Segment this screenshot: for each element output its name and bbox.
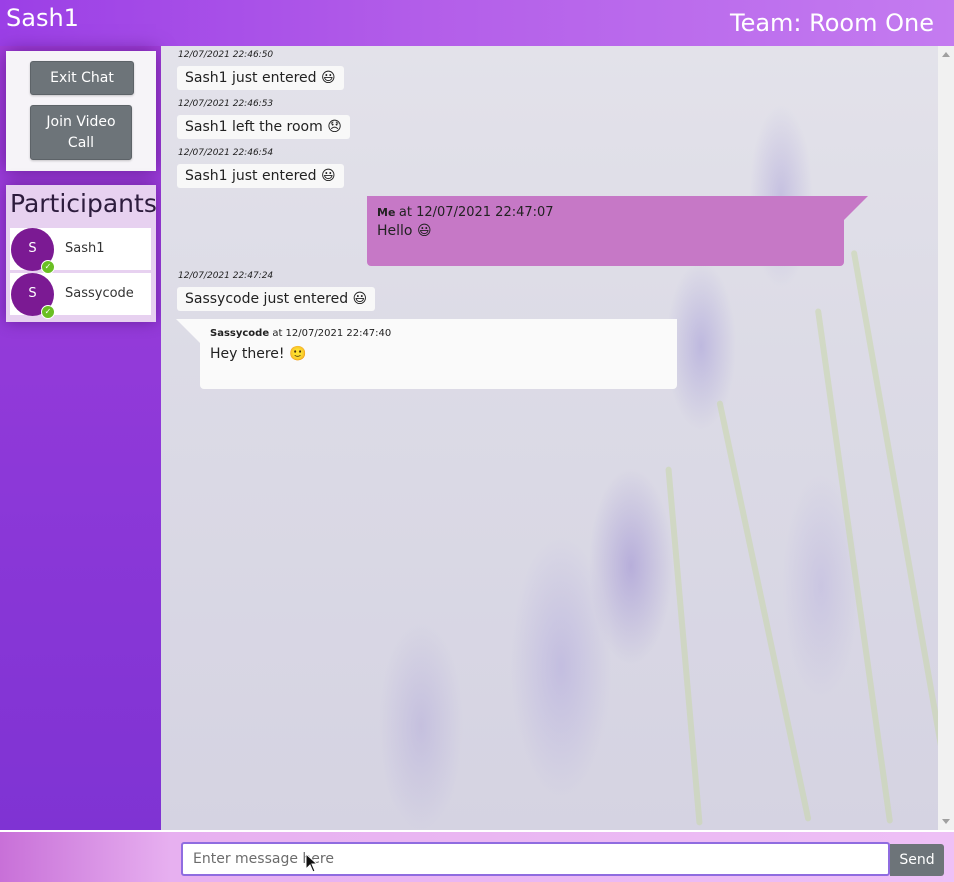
system-message-text: Sash1 just entered	[185, 70, 317, 86]
message-sender: Sassycode	[210, 328, 270, 339]
online-check-icon: ✓	[41, 260, 55, 274]
message-text: Hello	[377, 223, 413, 239]
message-header: Sassycode at 12/07/2021 22:47:40	[210, 328, 391, 339]
join-video-label-line1: Join Video	[46, 114, 116, 130]
message-timestamp: 12/07/2021 22:46:53	[178, 99, 274, 109]
chat-messages[interactable]: 12/07/2021 22:46:50 Sash1 just entered 😃…	[161, 46, 938, 830]
disappointed-emoji-icon: 😞	[327, 119, 342, 135]
controls-card: Exit Chat Join Video Call	[6, 51, 156, 171]
join-video-call-button[interactable]: Join Video Call	[30, 105, 132, 160]
participants-panel: Participants S ✓ Sash1 S ✓ Sassycode	[6, 185, 157, 322]
grinning-emoji-icon: 😃	[320, 168, 336, 184]
participant-item[interactable]: S ✓ Sash1	[10, 228, 151, 274]
bubble-tail	[176, 319, 200, 343]
system-message-text: Sash1 just entered	[185, 168, 317, 184]
message-sender: Me	[377, 206, 396, 219]
background-decoration	[716, 400, 812, 822]
current-user-name: Sash1	[6, 4, 79, 32]
system-message: Sash1 just entered 😃	[177, 66, 344, 90]
system-message-text: Sassycode just entered	[185, 291, 349, 307]
participant-name: Sash1	[65, 241, 105, 256]
grinning-emoji-icon: 😃	[416, 223, 432, 239]
message-timestamp: 12/07/2021 22:46:54	[178, 148, 274, 158]
background-decoration	[665, 466, 703, 826]
background-decoration	[814, 308, 894, 824]
message-timestamp: 12/07/2021 22:47:24	[178, 271, 274, 281]
system-message: Sash1 left the room 😞	[177, 115, 350, 139]
grinning-emoji-icon: 😃	[320, 70, 336, 86]
top-bar: Sash1 Team: Room One	[0, 0, 954, 46]
message-header: Me at 12/07/2021 22:47:07	[377, 205, 554, 220]
my-message-bubble: Me at 12/07/2021 22:47:07 Hello 😃	[367, 196, 844, 266]
send-button[interactable]: Send	[890, 844, 944, 876]
system-message: Sassycode just entered 😃	[177, 287, 376, 311]
participant-item[interactable]: S ✓ Sassycode	[10, 273, 151, 319]
message-input[interactable]	[181, 842, 890, 876]
background-decoration	[850, 249, 938, 823]
mouse-pointer-icon	[305, 853, 319, 873]
message-timestamp: at 12/07/2021 22:47:40	[272, 328, 392, 339]
system-message-text: Sash1 left the room	[185, 119, 323, 135]
message-body: Hello 😃	[377, 223, 432, 239]
incoming-message-bubble: Sassycode at 12/07/2021 22:47:40 Hey the…	[200, 319, 677, 389]
message-timestamp: 12/07/2021 22:46:50	[178, 50, 274, 60]
participant-name: Sassycode	[65, 286, 134, 301]
grinning-emoji-icon: 😃	[352, 291, 368, 307]
scroll-up-arrow-icon[interactable]	[942, 52, 950, 57]
chat-scrollbar[interactable]	[938, 46, 954, 830]
scroll-down-arrow-icon[interactable]	[942, 819, 950, 824]
join-video-label-line2: Call	[67, 135, 95, 151]
message-text: Hey there!	[210, 346, 285, 362]
system-message: Sash1 just entered 😃	[177, 164, 344, 188]
online-check-icon: ✓	[41, 305, 55, 319]
message-body: Hey there! 🙂	[210, 346, 306, 362]
participants-title: Participants	[10, 189, 157, 218]
sidebar: Exit Chat Join Video Call Participants S…	[0, 46, 161, 830]
exit-chat-button[interactable]: Exit Chat	[30, 61, 134, 95]
bubble-tail	[844, 196, 868, 220]
team-title: Team: Room One	[730, 9, 934, 37]
slight-smile-emoji-icon: 🙂	[288, 346, 307, 362]
message-timestamp: at 12/07/2021 22:47:07	[398, 205, 554, 220]
